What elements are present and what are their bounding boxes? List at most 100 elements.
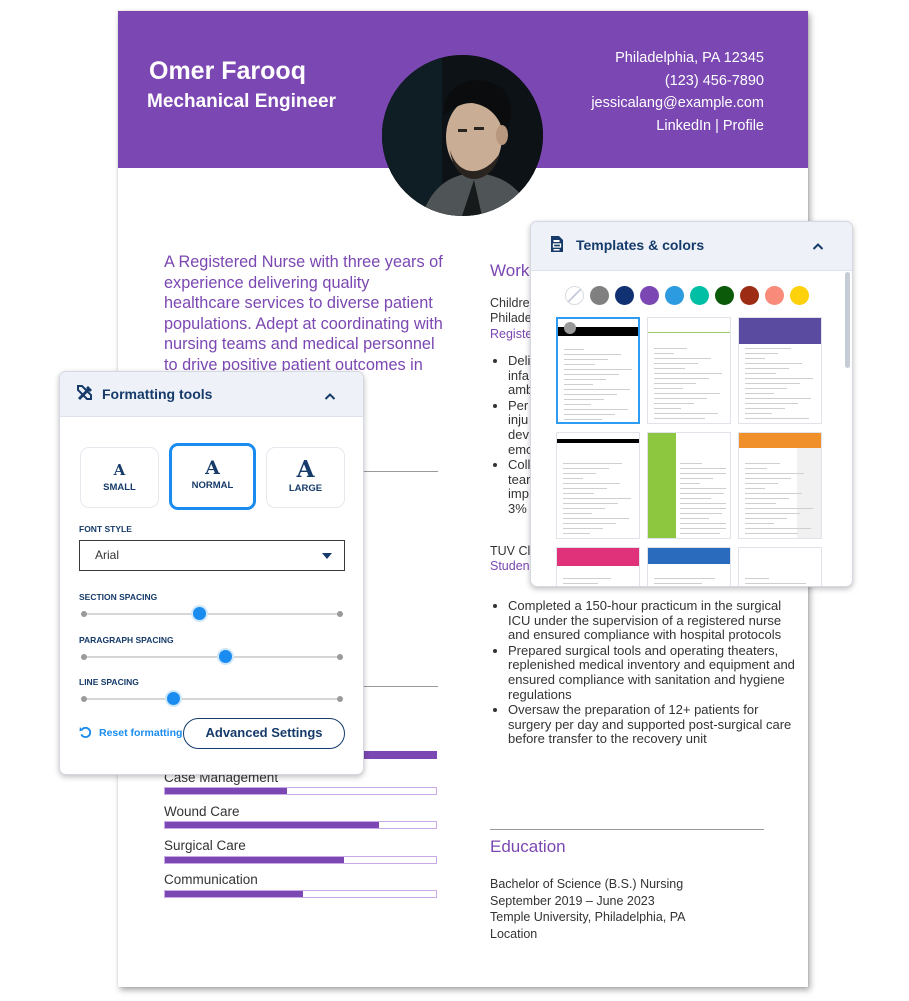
line-spacing-label: LINE SPACING	[79, 677, 139, 687]
color-swatch-none[interactable]	[565, 286, 584, 305]
size-label: NORMAL	[191, 480, 234, 491]
education-dates: September 2019 – June 2023	[490, 893, 655, 908]
font-size-large-button[interactable]: A LARGE	[266, 447, 345, 508]
contact-links: LinkedIn | Profile	[591, 115, 764, 138]
template-thumbnail-plain[interactable]	[738, 547, 822, 586]
slider-max-dot	[337, 611, 343, 617]
template-thumbnail-blue-header[interactable]	[647, 547, 731, 586]
skill-fill	[165, 857, 344, 863]
font-style-select[interactable]: Arial	[79, 540, 345, 571]
portrait-image	[382, 55, 543, 216]
skill-fill	[165, 788, 287, 794]
document-icon	[550, 235, 564, 258]
formatting-panel-title: Formatting tools	[102, 386, 213, 402]
link-separator: |	[715, 117, 719, 134]
color-swatch-dark-green[interactable]	[715, 286, 734, 305]
work-history-heading[interactable]: Work	[490, 261, 529, 281]
undo-icon	[79, 726, 92, 738]
employer-location: Philade	[490, 311, 532, 325]
templates-panel: Templates & colors	[530, 221, 853, 587]
tools-icon	[76, 384, 94, 407]
advanced-settings-button[interactable]: Advanced Settings	[183, 718, 345, 749]
education-entry[interactable]: Bachelor of Science (B.S.) Nursing Septe…	[490, 876, 685, 942]
size-label: SMALL	[103, 482, 136, 493]
skill-fill	[165, 891, 304, 897]
job-role[interactable]: Studen	[490, 559, 530, 573]
template-thumbnail-orange-header[interactable]	[738, 432, 822, 539]
job-employer[interactable]: Childre Philade	[490, 296, 532, 326]
profile-photo[interactable]	[382, 55, 543, 216]
slider-min-dot	[81, 654, 87, 660]
template-grid	[556, 317, 822, 586]
linkedin-link[interactable]: LinkedIn	[656, 118, 711, 134]
chevron-up-icon[interactable]	[812, 238, 824, 256]
size-glyph: A	[205, 457, 220, 479]
font-size-small-button[interactable]: A SMALL	[80, 447, 159, 508]
education-degree: Bachelor of Science (B.S.) Nursing	[490, 877, 684, 891]
size-glyph: A	[296, 456, 315, 483]
color-swatch-navy[interactable]	[615, 286, 634, 305]
template-thumbnail-purple-header[interactable]	[738, 317, 822, 424]
slider-handle[interactable]	[166, 692, 180, 705]
slider-handle[interactable]	[192, 607, 206, 620]
line-spacing-slider[interactable]	[81, 692, 343, 705]
employer-name: Childre	[490, 296, 530, 310]
color-swatch-yellow[interactable]	[790, 286, 809, 305]
contact-address[interactable]: Philadelphia, PA 12345	[591, 47, 764, 70]
size-glyph: A	[113, 461, 126, 479]
skill-label[interactable]: Wound Care	[164, 804, 240, 819]
skill-bar	[164, 890, 437, 898]
slider-min-dot	[81, 611, 87, 617]
caret-down-icon	[322, 553, 332, 559]
job-bullets[interactable]: Completed a 150-hour practicum in the su…	[490, 598, 798, 748]
education-heading[interactable]: Education	[490, 837, 566, 857]
font-style-value: Arial	[95, 548, 120, 562]
template-thumbnail-green-sidebar[interactable]	[647, 432, 731, 539]
slider-handle[interactable]	[219, 650, 233, 663]
section-spacing-slider[interactable]	[81, 607, 343, 620]
skill-bar	[164, 821, 437, 829]
section-spacing-label: SECTION SPACING	[79, 592, 158, 602]
job-role[interactable]: Registe	[490, 327, 532, 341]
contact-phone[interactable]: (123) 456-7890	[591, 70, 764, 93]
template-thumbnail-black-bar[interactable]	[556, 432, 640, 539]
templates-scrollbar[interactable]	[845, 272, 850, 368]
slider-track	[81, 613, 343, 615]
skill-label[interactable]: Communication	[164, 872, 258, 887]
template-thumbnail-pink-header[interactable]	[556, 547, 640, 586]
formatting-panel: Formatting tools A SMALL A NORMAL A LARG…	[59, 371, 364, 775]
candidate-name[interactable]: Omer Farooq	[149, 57, 306, 86]
templates-panel-header[interactable]: Templates & colors	[531, 222, 852, 271]
template-thumbnail-black-header[interactable]	[556, 317, 640, 424]
slider-track	[81, 656, 343, 658]
color-swatch-gray[interactable]	[590, 286, 609, 305]
job-bullet: Completed a 150-hour practicum in the su…	[508, 598, 798, 643]
slider-max-dot	[337, 696, 343, 702]
job-bullet: Prepared surgical tools and operating th…	[508, 643, 798, 702]
chevron-up-icon[interactable]	[324, 388, 336, 406]
candidate-title[interactable]: Mechanical Engineer	[147, 91, 336, 113]
color-swatch-salmon[interactable]	[765, 286, 784, 305]
contact-email[interactable]: jessicalang@example.com	[591, 92, 764, 115]
profile-link[interactable]: Profile	[723, 118, 764, 134]
color-swatch-blue[interactable]	[665, 286, 684, 305]
formatting-panel-header[interactable]: Formatting tools	[60, 372, 363, 417]
color-swatch-rust[interactable]	[740, 286, 759, 305]
education-location: Location	[490, 926, 538, 941]
education-school: Temple University, Philadelphia, PA	[490, 910, 686, 924]
skill-fill	[165, 822, 380, 828]
color-swatch-teal[interactable]	[690, 286, 709, 305]
contact-info: Philadelphia, PA 12345 (123) 456-7890 je…	[591, 47, 764, 137]
template-thumbnail-green-minimal[interactable]	[647, 317, 731, 424]
color-swatch-purple[interactable]	[640, 286, 659, 305]
slider-min-dot	[81, 696, 87, 702]
paragraph-spacing-slider[interactable]	[81, 650, 343, 663]
font-size-normal-button[interactable]: A NORMAL	[169, 443, 256, 510]
job-employer[interactable]: TUV Cli	[490, 544, 533, 559]
skill-label[interactable]: Surgical Care	[164, 838, 246, 853]
reset-formatting-button[interactable]: Reset formatting	[79, 726, 182, 739]
font-style-label: FONT STYLE	[79, 524, 132, 534]
color-swatches	[565, 286, 809, 305]
templates-panel-title: Templates & colors	[576, 237, 705, 253]
reset-formatting-label: Reset formatting	[99, 726, 183, 739]
